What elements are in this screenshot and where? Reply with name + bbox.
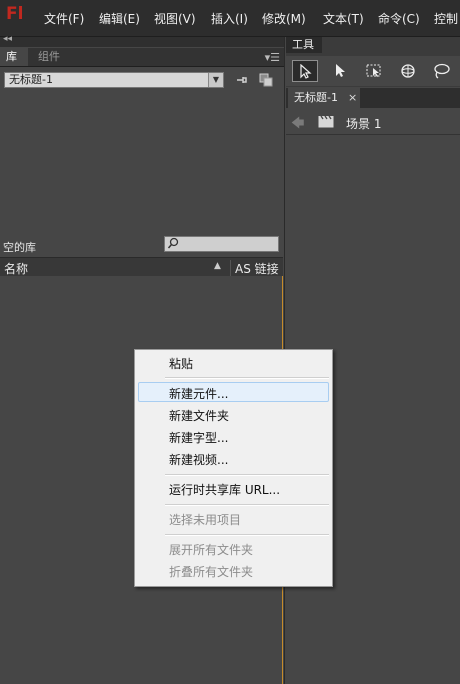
menu-item-paste[interactable]: 粘贴 — [169, 355, 193, 372]
menu-item-expand-all-folders[interactable]: 展开所有文件夹 — [169, 541, 253, 558]
library-context-menu: 粘贴 新建元件... 新建文件夹 新建字型... 新建视频... 运行时共享库 … — [134, 349, 333, 587]
menu-divider — [165, 377, 329, 379]
collapse-arrows-icon: ◂◂ — [3, 34, 13, 44]
panel-menu-icon[interactable]: ▾☰ — [265, 51, 280, 64]
scene-clapperboard-icon — [318, 115, 334, 128]
tab-components[interactable]: 组件 — [30, 48, 70, 66]
library-tab-bar: 库 组件 ▾☰ — [0, 48, 284, 67]
menu-item-new-symbol[interactable]: 新建元件... — [169, 385, 228, 402]
library-list-header: 名称 ▲ AS 链接 — [0, 257, 283, 277]
column-header-name[interactable]: 名称 — [4, 260, 28, 277]
menu-divider — [165, 504, 329, 506]
library-document-select[interactable]: 无标题-1 ▼ — [4, 72, 224, 88]
close-icon[interactable]: × — [348, 88, 357, 108]
3d-rotation-tool-icon[interactable] — [395, 60, 421, 82]
subselection-tool-icon[interactable] — [327, 60, 353, 82]
menu-item-highlight — [138, 382, 329, 402]
menu-control[interactable]: 控制 — [434, 10, 458, 27]
menu-modify[interactable]: 修改(M) — [262, 10, 306, 27]
library-document-value: 无标题-1 — [9, 73, 53, 86]
tab-tools[interactable]: 工具 — [286, 37, 322, 53]
document-tab-label: 无标题-1 — [294, 91, 338, 104]
menu-item-runtime-shared-library[interactable]: 运行时共享库 URL... — [169, 481, 280, 498]
menu-item-select-unused[interactable]: 选择未用项目 — [169, 511, 241, 528]
search-icon — [167, 237, 179, 254]
lasso-tool-icon[interactable] — [428, 60, 454, 82]
chevron-down-icon: ▼ — [208, 73, 223, 87]
sort-ascending-icon[interactable]: ▲ — [214, 261, 221, 271]
scene-label[interactable]: 场景 1 — [346, 115, 381, 132]
flash-logo: Fl — [6, 4, 24, 24]
menu-item-collapse-all-folders[interactable]: 折叠所有文件夹 — [169, 563, 253, 580]
menu-item-new-font[interactable]: 新建字型... — [169, 429, 228, 446]
library-search-input[interactable] — [164, 236, 279, 252]
menu-view[interactable]: 视图(V) — [154, 10, 196, 27]
tab-library[interactable]: 库 — [0, 48, 28, 66]
new-library-panel-icon[interactable] — [258, 72, 274, 88]
menu-insert[interactable]: 插入(I) — [211, 10, 248, 27]
free-transform-tool-icon[interactable] — [362, 60, 388, 82]
selection-tool-icon[interactable] — [292, 60, 318, 82]
menu-divider — [165, 534, 329, 536]
pin-library-icon[interactable] — [234, 72, 250, 88]
menu-text[interactable]: 文本(T) — [323, 10, 364, 27]
library-status-text: 空的库 — [3, 241, 36, 254]
library-preview-area — [0, 94, 284, 232]
menu-commands[interactable]: 命令(C) — [378, 10, 420, 27]
menu-item-new-folder[interactable]: 新建文件夹 — [169, 407, 229, 424]
menu-file[interactable]: 文件(F) — [44, 10, 84, 27]
column-header-as-linkage[interactable]: AS 链接 — [230, 260, 279, 277]
menu-bar: Fl 文件(F) 编辑(E) 视图(V) 插入(I) 修改(M) 文本(T) 命… — [0, 0, 460, 37]
menu-divider — [165, 474, 329, 476]
menu-edit[interactable]: 编辑(E) — [99, 10, 140, 27]
back-arrow-icon[interactable]: 🡄 — [291, 114, 304, 136]
panel-collapse-strip[interactable]: ◂◂ — [0, 34, 284, 47]
menu-item-new-video[interactable]: 新建视频... — [169, 451, 228, 468]
